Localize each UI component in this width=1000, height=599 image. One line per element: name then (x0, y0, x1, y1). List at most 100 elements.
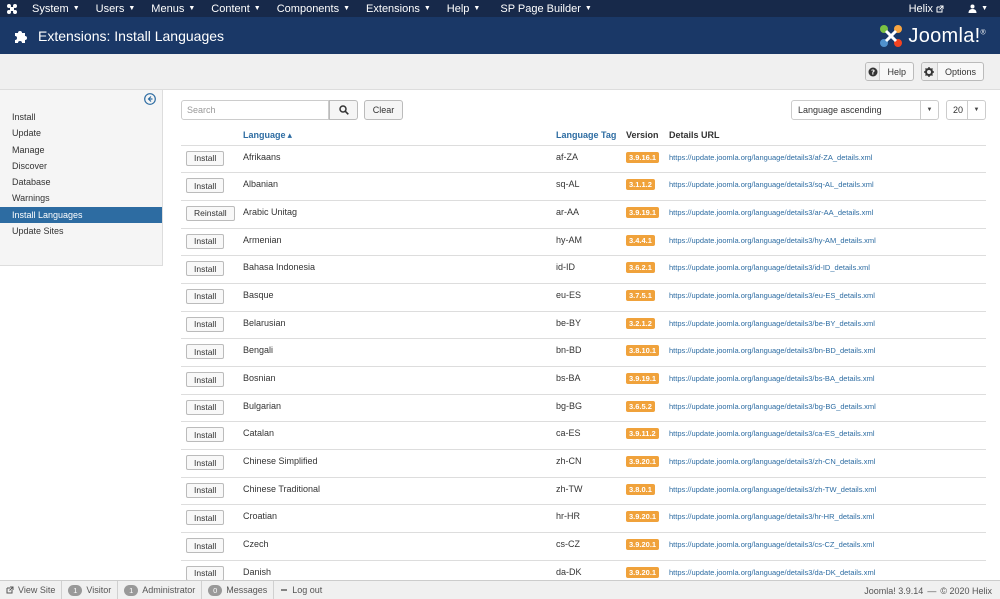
version-badge: 3.6.2.1 (626, 262, 655, 274)
sidebar-collapse-icon[interactable] (144, 93, 156, 105)
details-url-link[interactable]: https://update.joomla.org/language/detai… (669, 540, 874, 549)
sidebar-item-install[interactable]: Install (0, 109, 162, 125)
menu-sp-page-builder[interactable]: SP Page Builder ▼ (492, 0, 599, 17)
header-language-label: Language (243, 129, 286, 140)
sort-select-value: Language ascending (798, 105, 882, 115)
version-badge: 3.4.4.1 (626, 234, 655, 246)
install-button[interactable]: Install (186, 565, 225, 581)
language-tag: ca-ES (556, 421, 626, 451)
header-language[interactable]: Language ▴ (243, 126, 556, 146)
sidebar-item-discover[interactable]: Discover (0, 158, 162, 174)
language-name: Arabic Unitag (243, 200, 556, 229)
header-action (181, 126, 243, 146)
sidebar-item-database[interactable]: Database (0, 174, 162, 190)
language-name: Belarusian (243, 311, 556, 340)
row-action-cell: Install (181, 228, 243, 257)
version-cell: 3.2.1.2 (626, 311, 669, 340)
menu-content[interactable]: Content ▼ (203, 0, 268, 17)
details-url-link[interactable]: https://update.joomla.org/language/detai… (669, 374, 875, 383)
filter-bar: Clear Language ascending ▼ 20 ▼ (181, 100, 986, 120)
brand-registered: ® (980, 28, 986, 36)
details-url-link[interactable]: https://update.joomla.org/language/detai… (669, 485, 876, 494)
details-url-cell: https://update.joomla.org/language/detai… (669, 255, 986, 284)
row-action-cell: Install (181, 172, 243, 201)
visitor-label: Visitor (86, 585, 112, 595)
chevron-down-icon: ▼ (188, 5, 196, 12)
joomla-logo-icon[interactable] (0, 0, 24, 17)
external-link-icon (936, 5, 944, 13)
details-url-link[interactable]: https://update.joomla.org/language/detai… (669, 291, 875, 300)
list-limit-select[interactable]: 20 ▼ (946, 100, 986, 120)
details-url-link[interactable]: https://update.joomla.org/language/detai… (669, 319, 875, 328)
clear-button[interactable]: Clear (364, 100, 403, 120)
details-url-link[interactable]: https://update.joomla.org/language/detai… (669, 568, 875, 577)
install-button[interactable]: Install (186, 482, 225, 498)
chevron-down-icon: ▼ (981, 5, 988, 12)
menu-menus[interactable]: Menus ▼ (143, 0, 203, 17)
details-url-link[interactable]: https://update.joomla.org/language/detai… (669, 346, 875, 355)
details-url-link[interactable]: https://update.joomla.org/language/detai… (669, 429, 875, 438)
install-button[interactable]: Install (186, 510, 225, 526)
options-button[interactable]: Options (921, 62, 984, 81)
details-url-link[interactable]: https://update.joomla.org/language/detai… (669, 236, 876, 245)
chevron-down-icon: ▼ (584, 5, 592, 12)
messages-link[interactable]: 0 Messages (202, 580, 275, 599)
reinstall-button[interactable]: Reinstall (186, 205, 235, 221)
view-site-label: View Site (18, 585, 56, 595)
table-row: Install Basque eu-ES 3.7.5.1 https://update.… (181, 283, 986, 312)
install-button[interactable]: Install (186, 538, 225, 554)
menu-extensions[interactable]: Extensions ▼ (358, 0, 439, 17)
site-link[interactable]: Helix (897, 0, 956, 17)
menu-users[interactable]: Users ▼ (88, 0, 144, 17)
install-button[interactable]: Install (186, 150, 225, 166)
sidebar-menu: Install Update Manage Discover Database … (0, 109, 162, 239)
header-language-tag[interactable]: Language Tag (556, 126, 626, 146)
sidebar-item-warnings[interactable]: Warnings (0, 190, 162, 206)
install-button[interactable]: Install (186, 455, 225, 471)
details-url-link[interactable]: https://update.joomla.org/language/detai… (669, 208, 873, 217)
row-action-cell: Reinstall (181, 200, 243, 229)
language-tag: id-ID (556, 255, 626, 284)
install-button[interactable]: Install (186, 288, 225, 304)
chevron-down-icon: ▼ (423, 5, 431, 12)
details-url-link[interactable]: https://update.joomla.org/language/detai… (669, 153, 872, 162)
search-button[interactable] (329, 100, 358, 120)
list-limit-value: 20 (953, 105, 964, 115)
install-button[interactable]: Install (186, 344, 225, 360)
administrators-status: 1 Administrator (118, 580, 203, 599)
details-url-link[interactable]: https://update.joomla.org/language/detai… (669, 180, 874, 189)
details-url-link[interactable]: https://update.joomla.org/language/detai… (669, 512, 874, 521)
menu-components[interactable]: Components ▼ (269, 0, 358, 17)
install-button[interactable]: Install (186, 316, 225, 332)
table-row: Install Czech cs-CZ 3.9.20.1 https://update.… (181, 532, 986, 561)
menu-system[interactable]: System ▼ (24, 0, 88, 17)
sidebar-item-install-languages[interactable]: Install Languages (0, 206, 162, 224)
header-version: Version (626, 126, 669, 146)
install-button[interactable]: Install (186, 399, 225, 415)
install-button[interactable]: Install (186, 372, 225, 387)
version-cell: 3.4.4.1 (626, 228, 669, 257)
details-url-link[interactable]: https://update.joomla.org/language/detai… (669, 263, 870, 272)
menu-help[interactable]: Help ▼ (439, 0, 489, 17)
row-action-cell: Install (181, 504, 243, 534)
help-button[interactable]: ? Help (865, 62, 914, 81)
details-url-link[interactable]: https://update.joomla.org/language/detai… (669, 457, 875, 466)
admin-label: Administrator (142, 585, 196, 595)
joomla-brand: Joomla!® (878, 23, 986, 49)
install-button[interactable]: Install (186, 178, 225, 194)
logout-link[interactable]: Log out (274, 581, 328, 599)
install-button[interactable]: Install (186, 261, 225, 277)
sidebar-item-update-sites[interactable]: Update Sites (0, 223, 162, 239)
user-menu[interactable]: ▼ (956, 0, 1000, 17)
install-button[interactable]: Install (186, 427, 225, 443)
sidebar-item-manage[interactable]: Manage (0, 142, 162, 158)
sort-select[interactable]: Language ascending ▼ (791, 100, 939, 120)
sidebar-item-update[interactable]: Update (0, 125, 162, 141)
visitor-count-badge: 1 (68, 584, 83, 596)
version-cell: 3.8.0.1 (626, 477, 669, 506)
view-site-link[interactable]: View Site (0, 580, 63, 599)
version-badge: 3.8.10.1 (626, 345, 660, 357)
details-url-link[interactable]: https://update.joomla.org/language/detai… (669, 402, 876, 411)
install-button[interactable]: Install (186, 233, 225, 249)
search-input[interactable] (181, 100, 329, 120)
